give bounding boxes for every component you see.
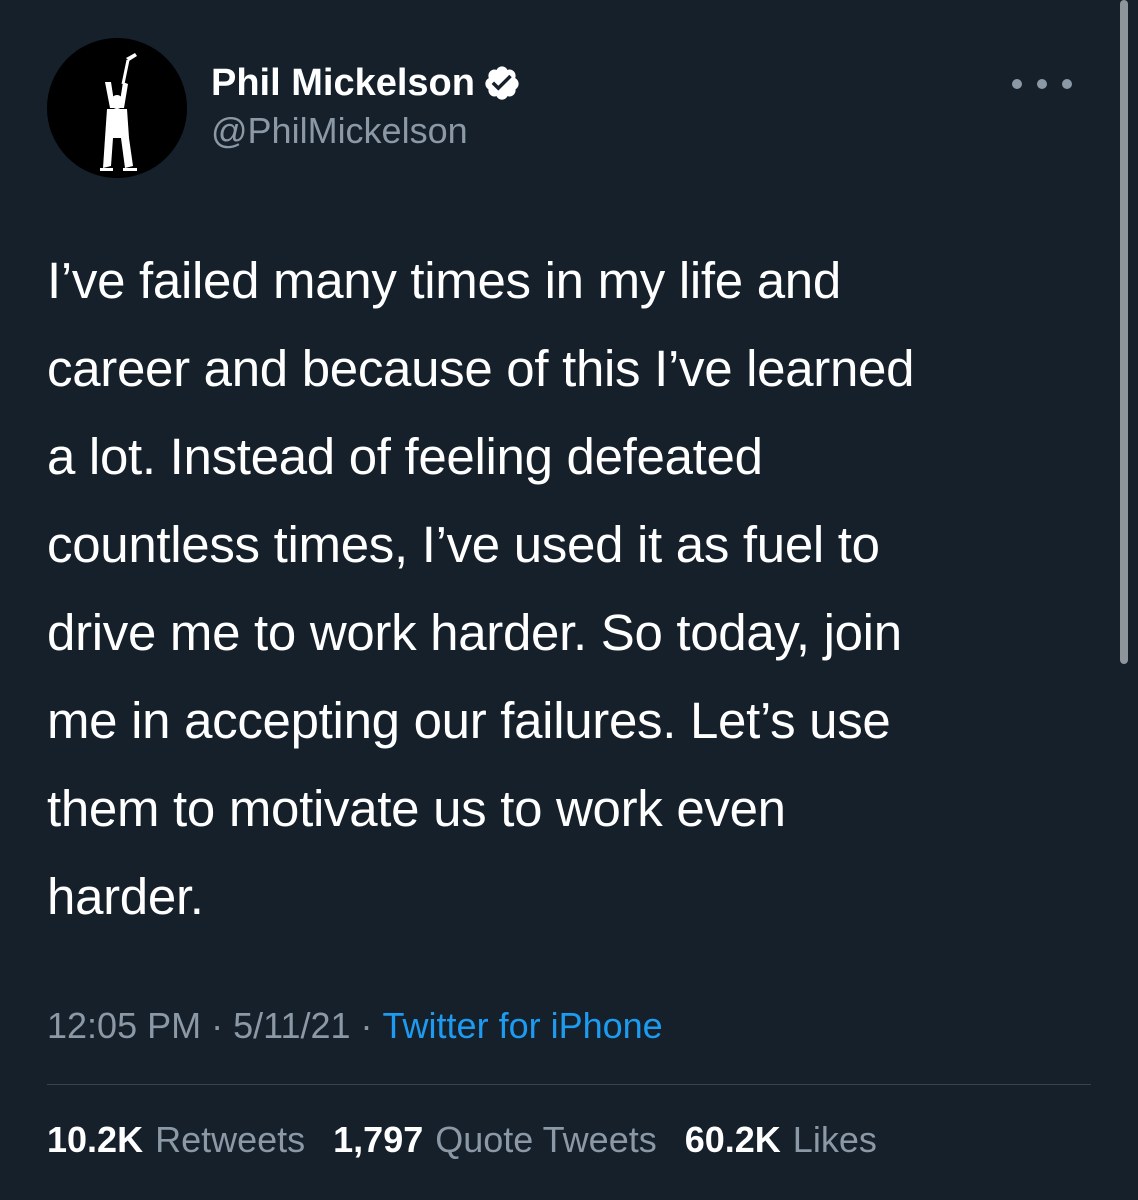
golfer-silhouette-icon	[47, 38, 187, 178]
verified-badge-icon	[483, 64, 521, 102]
tweet-text: I’ve failed many times in my life and ca…	[47, 237, 1087, 941]
retweets-label: Retweets	[155, 1119, 306, 1160]
more-dot	[1037, 79, 1047, 89]
divider	[47, 1084, 1091, 1085]
author-name-row: Phil Mickelson	[211, 60, 521, 106]
author-handle[interactable]: @PhilMickelson	[211, 110, 468, 152]
tweet-text-line: me in accepting our failures. Let’s use	[47, 692, 891, 749]
quote-tweets-count: 1,797	[333, 1119, 424, 1160]
retweets-count: 10.2K	[47, 1119, 144, 1160]
tweet-stats: 10.2K Retweets 1,797 Quote Tweets 60.2K …	[47, 1116, 905, 1164]
retweets-stat[interactable]: 10.2K Retweets	[47, 1119, 305, 1161]
quote-tweets-stat[interactable]: 1,797 Quote Tweets	[333, 1119, 657, 1161]
tweet-time[interactable]: 12:05 PM	[47, 1005, 201, 1047]
more-dot	[1062, 79, 1072, 89]
tweet-text-line: drive me to work harder. So today, join	[47, 604, 902, 661]
more-dot	[1012, 79, 1022, 89]
tweet-text-line: countless times, I’ve used it as fuel to	[47, 516, 880, 573]
tweet-text-line: a lot. Instead of feeling defeated	[47, 428, 763, 485]
tweet-text-line: career and because of this I’ve learned	[47, 340, 915, 397]
likes-count: 60.2K	[684, 1119, 781, 1160]
meta-separator: ·	[211, 1005, 224, 1046]
author-display-name[interactable]: Phil Mickelson	[211, 62, 475, 105]
avatar[interactable]	[47, 38, 187, 178]
tweet-text-line: harder.	[47, 868, 204, 925]
likes-stat[interactable]: 60.2K Likes	[685, 1119, 877, 1161]
tweet-text-line: them to motivate us to work even	[47, 780, 786, 837]
tweet-date[interactable]: 5/11/21	[233, 1005, 350, 1047]
likes-label: Likes	[792, 1119, 877, 1160]
tweet-text-line: I’ve failed many times in my life and	[47, 252, 841, 309]
more-options-icon[interactable]	[1012, 72, 1072, 96]
tweet-source-link[interactable]: Twitter for iPhone	[383, 1005, 663, 1047]
tweet-detail: Phil Mickelson @PhilMickelson I’ve faile…	[0, 0, 1138, 1200]
quote-tweets-label: Quote Tweets	[435, 1119, 657, 1160]
meta-separator: ·	[360, 1005, 373, 1046]
tweet-meta: 12:05 PM · 5/11/21 · Twitter for iPhone	[47, 1002, 663, 1050]
scrollbar[interactable]	[1120, 0, 1128, 664]
